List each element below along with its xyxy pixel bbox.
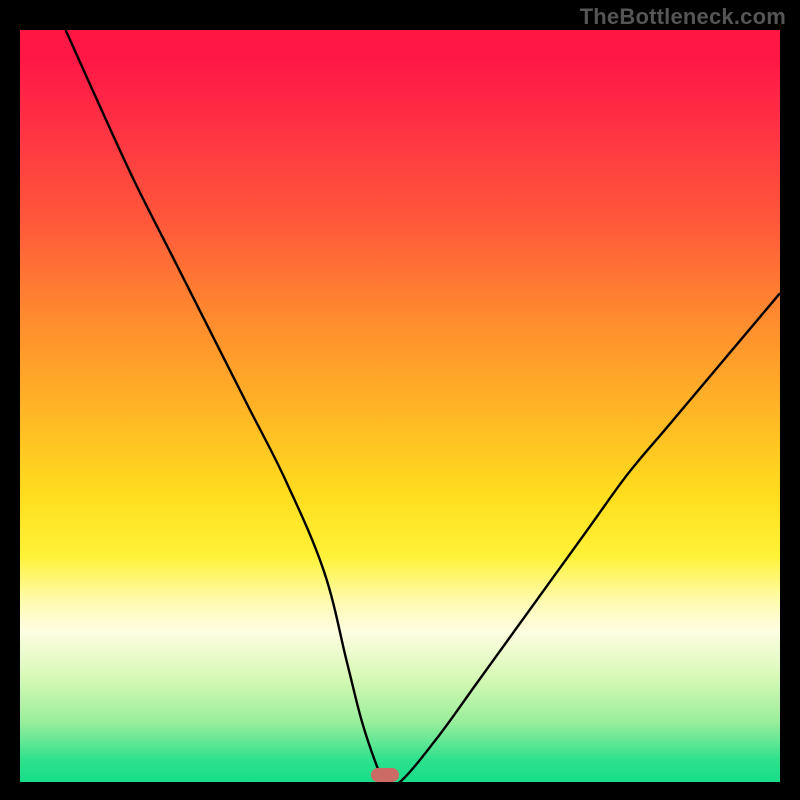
bottleneck-curve [66,30,780,782]
chart-stage: TheBottleneck.com [0,0,800,800]
curve-svg [20,30,780,782]
watermark-text: TheBottleneck.com [580,4,786,30]
plot-area [20,30,780,782]
optimum-marker [371,768,399,782]
